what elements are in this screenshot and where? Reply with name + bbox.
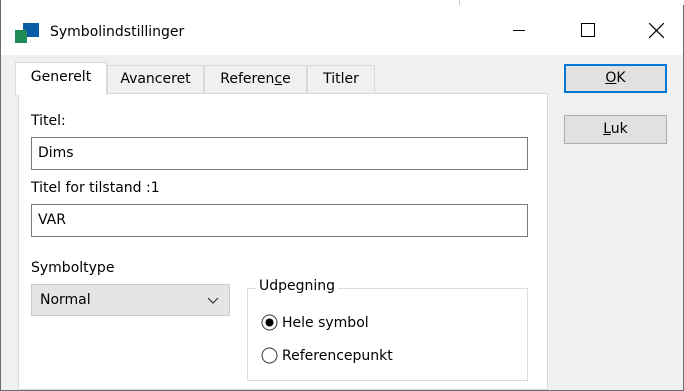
app-icon [15,23,39,43]
dialog-window: Symbolindstillinger Generelt Avanceret R… [0,0,684,391]
tab-label: Titler [323,71,359,87]
state-title-input[interactable]: VAR [31,204,528,237]
selection-groupbox: Udpegning Hele symbol Referencepunkt [247,278,528,381]
radio-checked-icon [261,314,278,331]
title-input[interactable]: Dims [31,137,528,170]
selection-group-legend: Udpegning [256,278,339,294]
state-title-label: Titel for tilstand :1 [31,180,160,196]
symboltype-selected: Normal [40,292,91,308]
ok-label-rest: K [616,70,626,86]
radio-reference-point[interactable]: Referencepunkt [261,347,393,364]
maximize-button[interactable] [565,5,611,55]
close-label-rest: uk [610,121,628,137]
symboltype-label: Symboltype [31,260,115,276]
symboltype-dropdown[interactable]: Normal [31,284,230,316]
tab-label-part: Referen [220,71,275,87]
close-dialog-button[interactable]: Luk [564,115,667,144]
window-title: Symbolindstillinger [50,24,185,40]
radio-label: Hele symbol [282,314,369,331]
ok-button[interactable]: OK [564,64,667,93]
maximize-icon [581,23,595,37]
radio-whole-symbol[interactable]: Hele symbol [261,314,369,331]
radio-unchecked-icon [261,347,278,364]
tab-label: Reference [220,71,291,87]
dialog-client-area: Generelt Avanceret Reference Titler Tite… [1,55,683,390]
radio-label: Referencepunkt [282,347,393,364]
tab-label: Avanceret [120,71,191,87]
title-label: Titel: [31,113,66,129]
chevron-down-icon [207,297,219,304]
tab-label-mnemonic: c [274,71,283,87]
minimize-button[interactable] [496,5,542,55]
close-mnemonic: L [603,121,611,137]
tab-generelt[interactable]: Generelt [15,62,107,95]
tab-label-part: e [282,71,291,87]
close-icon [648,22,664,38]
tab-titler[interactable]: Titler [307,65,375,93]
ok-mnemonic: O [605,70,617,86]
tab-label: Generelt [30,69,92,85]
minimize-icon [513,30,525,31]
title-bar[interactable]: Symbolindstillinger [1,5,683,55]
close-button[interactable] [633,5,679,55]
tab-reference[interactable]: Reference [204,65,307,93]
tab-avanceret[interactable]: Avanceret [107,65,204,93]
tab-panel-generelt: Titel: Dims Titel for tilstand :1 VAR Sy… [18,93,548,390]
